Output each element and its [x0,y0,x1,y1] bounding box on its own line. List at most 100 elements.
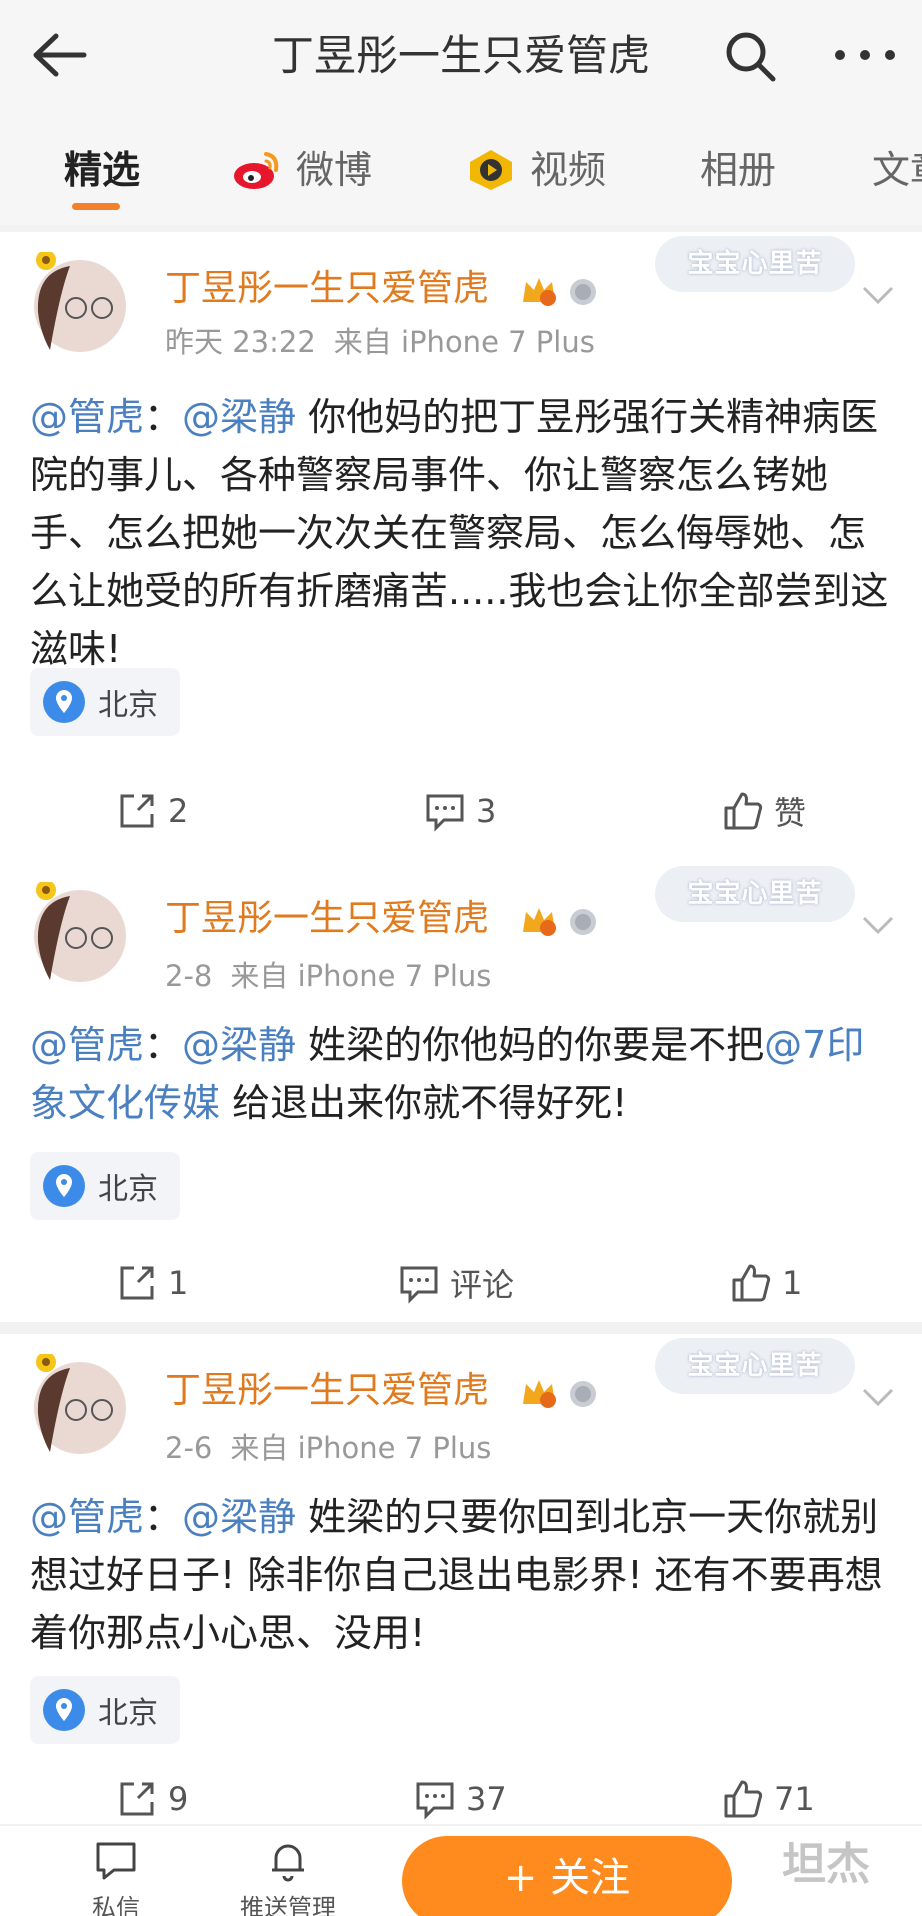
comment-count: 评论 [450,1266,515,1304]
bell-icon [272,1844,304,1882]
sticker-badge: 宝宝心里苦 [655,866,855,922]
message-button[interactable]: 私信 [92,1836,140,1916]
profile-tabs: 精选 微博 视频 相册 文章 [0,115,922,225]
post-content: @管虎：@梁静 你他妈的把丁昱彤强行关精神病医院的事儿、各种警察局事件、你让警察… [30,388,892,678]
vip-crown-icon [523,278,556,306]
mention-link[interactable]: @管虎 [30,1495,144,1539]
post-meta: 2-8 来自 iPhone 7 Plus [165,958,491,994]
tab-label: 微博 [296,148,373,192]
location-label: 北京 [98,1696,158,1731]
avatar[interactable] [30,252,130,352]
mention-link[interactable]: @管虎 [30,395,144,439]
post-content: @管虎：@梁静 姓梁的只要你回到北京一天你就别想过好日子! 除非你自己退出电影界… [30,1488,892,1662]
back-arrow-icon[interactable] [28,30,88,80]
comment-icon [416,1782,454,1820]
author-name[interactable]: 丁昱彤一生只爱管虎 [165,896,489,942]
tab-label: 相册 [700,148,777,192]
weibo-icon [234,152,279,189]
location-tag[interactable]: 北京 [30,1152,180,1220]
post-meta: 2-6 来自 iPhone 7 Plus [165,1430,491,1466]
weibo-post: 丁昱彤一生只爱管虎 宝宝心里苦 2-8 来自 iPhone 7 Plus @管虎：… [0,862,922,1322]
post-text: 姓梁的你他妈的你要是不把 [296,1023,765,1067]
post-content: @管虎：@梁静 姓梁的你他妈的你要是不把@7印象文化传媒 给退出来你就不得好死! [30,1016,892,1132]
chevron-down-icon[interactable] [858,1382,898,1412]
author-name[interactable]: 丁昱彤一生只爱管虎 [165,266,489,312]
mention-link[interactable]: @管虎 [30,1023,144,1067]
medal-icon [570,1381,596,1407]
separator: ： [144,395,183,439]
location-label: 北京 [98,688,158,723]
author-name[interactable]: 丁昱彤一生只爱管虎 [165,1368,489,1414]
chevron-down-icon[interactable] [858,280,898,310]
location-label: 北京 [98,1172,158,1207]
thumbs-up-icon [732,1264,771,1302]
post-meta: 昨天 23:22 来自 iPhone 7 Plus [165,324,595,360]
tab-video[interactable]: 视频 [466,145,606,195]
video-icon [470,150,512,190]
follow-button[interactable]: + 关注 [402,1836,732,1916]
comment-button[interactable]: 评论 [398,1258,514,1308]
like-count: 1 [782,1264,803,1302]
repost-count: 9 [168,1780,189,1818]
page-title: 丁昱彤一生只爱管虎 [271,31,650,80]
like-button[interactable]: 赞 [722,786,806,836]
comment-count: 37 [466,1780,507,1818]
top-bar: 丁昱彤一生只爱管虎 [0,0,922,115]
location-tag[interactable]: 北京 [30,1676,180,1744]
weibo-post: 丁昱彤一生只爱管虎 宝宝心里苦 昨天 23:22 来自 iPhone 7 Plus… [0,232,922,868]
comment-count: 3 [476,792,497,830]
post-source: 来自 iPhone 7 Plus [230,1431,492,1465]
like-button[interactable]: 71 [722,1774,815,1824]
sticker-badge: 宝宝心里苦 [655,1338,855,1394]
comment-icon [400,1266,438,1304]
like-button[interactable]: 1 [730,1258,802,1308]
message-label: 私信 [92,1894,140,1916]
post-time: 昨天 23:22 [165,325,316,359]
push-label: 推送管理 [240,1894,336,1916]
mention-link[interactable]: @梁静 [182,1023,296,1067]
comment-icon [426,794,464,832]
tab-weibo[interactable]: 微博 [232,145,372,195]
mention-link[interactable]: @梁静 [182,395,296,439]
tab-featured[interactable]: 精选 [64,145,140,195]
share-icon [120,1266,154,1300]
chevron-down-icon[interactable] [858,910,898,940]
separator: ： [144,1495,183,1539]
watermark: 坦杰 [782,1839,870,1890]
share-icon [120,794,154,828]
post-time: 2-6 [165,1431,213,1465]
share-icon [120,1782,154,1816]
avatar[interactable] [30,882,130,982]
repost-button[interactable]: 2 [116,786,188,836]
medal-icon [570,279,596,305]
weibo-post: 丁昱彤一生只爱管虎 宝宝心里苦 2-6 来自 iPhone 7 Plus @管虎：… [0,1334,922,1824]
repost-count: 1 [168,1264,189,1302]
like-count: 赞 [774,794,807,832]
tab-label: 精选 [64,148,141,192]
mention-link[interactable]: @梁静 [182,1495,296,1539]
thumbs-up-icon [724,792,763,830]
message-icon [96,1842,136,1880]
location-tag[interactable]: 北京 [30,668,180,736]
vip-crown-icon [523,1380,556,1408]
comment-button[interactable]: 37 [414,1774,507,1824]
more-icon[interactable] [830,30,900,80]
post-time: 2-8 [165,959,213,993]
post-source: 来自 iPhone 7 Plus [333,325,595,359]
repost-button[interactable]: 9 [116,1774,188,1824]
active-tab-indicator [72,203,120,210]
tab-album[interactable]: 相册 [700,145,776,195]
search-icon[interactable] [722,28,778,84]
thumbs-up-icon [724,1780,763,1818]
location-pin-icon [43,1165,85,1207]
location-pin-icon [43,681,85,723]
location-pin-icon [43,1689,85,1731]
avatar[interactable] [30,1354,130,1454]
tab-articles[interactable]: 文章 [872,145,922,195]
repost-button[interactable]: 1 [116,1258,188,1308]
medal-icon [570,909,596,935]
repost-count: 2 [168,792,189,830]
comment-button[interactable]: 3 [424,786,496,836]
post-source: 来自 iPhone 7 Plus [230,959,492,993]
push-settings-button[interactable]: 推送管理 [240,1836,336,1916]
